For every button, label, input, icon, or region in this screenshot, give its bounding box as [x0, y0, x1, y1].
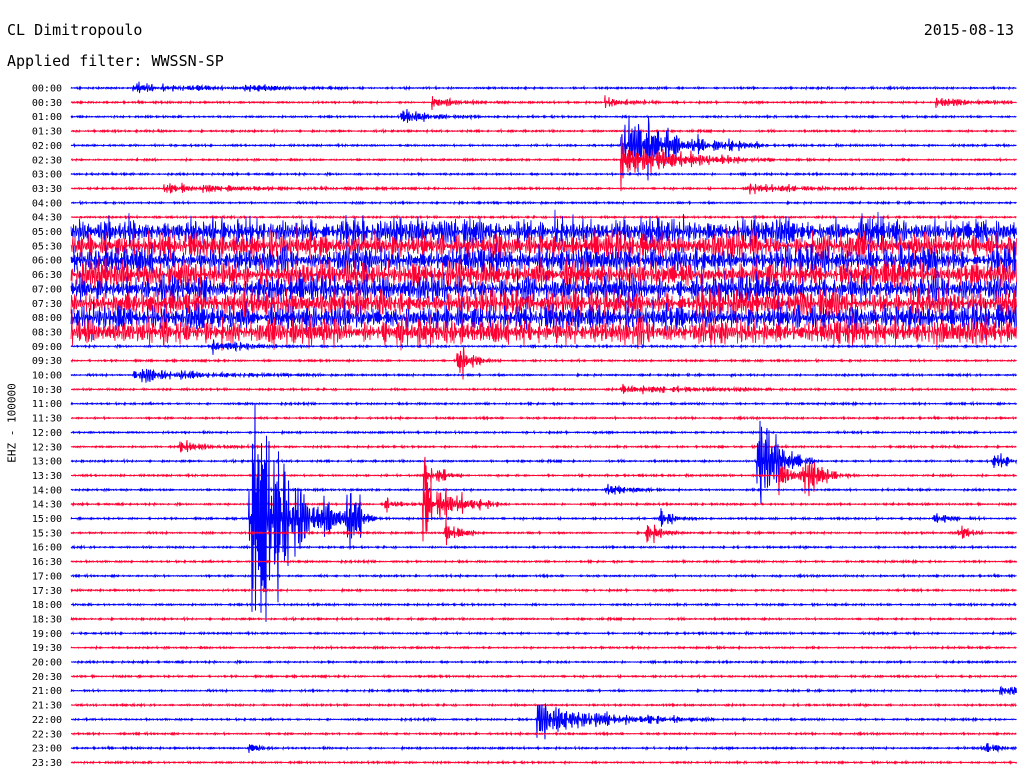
row-time-label: 14:00: [32, 485, 62, 496]
row-time-label: 08:00: [32, 313, 62, 324]
trace-line: [70, 400, 1017, 407]
row-time-label: 20:00: [32, 658, 62, 669]
trace-line: [70, 701, 1017, 709]
row-time-label: 01:30: [32, 127, 62, 138]
row-time-label: 16:00: [32, 543, 62, 554]
trace-line: [70, 685, 1017, 696]
row-time-label: 21:30: [32, 701, 62, 712]
row-time-label: 00:30: [32, 98, 62, 109]
row-time-label: 10:00: [32, 371, 62, 382]
trace-line: [70, 95, 1017, 111]
trace-line: [70, 474, 1017, 542]
row-time-label: 00:00: [32, 84, 62, 95]
row-time-label: 07:00: [32, 284, 62, 295]
trace-line: [70, 759, 1017, 766]
row-time-label: 11:30: [32, 414, 62, 425]
trace-line: [70, 414, 1017, 422]
row-time-label: 20:30: [32, 672, 62, 683]
trace-line: [70, 644, 1017, 651]
trace-line: [70, 517, 1017, 546]
trace-line: [70, 730, 1017, 737]
trace-line: [70, 544, 1017, 551]
trace-line: [70, 108, 1017, 123]
row-time-label: 21:00: [32, 686, 62, 697]
row-time-label: 05:00: [32, 227, 62, 238]
row-time-label: 06:30: [32, 270, 62, 281]
row-time-label: 12:30: [32, 442, 62, 453]
trace-line: [70, 81, 1017, 94]
trace-line: [70, 368, 1017, 383]
row-time-label: 11:00: [32, 399, 62, 410]
trace-line: [71, 659, 1017, 666]
row-time-label: 15:00: [32, 514, 62, 525]
row-time-label: 17:30: [32, 586, 62, 597]
row-time-label: 23:30: [32, 758, 62, 769]
row-time-label: 13:00: [32, 457, 62, 468]
row-time-label: 17:00: [32, 571, 62, 582]
trace-line: [70, 439, 1017, 453]
row-time-label: 18:00: [32, 600, 62, 611]
row-time-label: 03:30: [32, 184, 62, 195]
helicorder-plot: 00:00 00:30 01:00 01:30 02:00 02:30 03:00 03:30…: [32, 81, 1017, 769]
row-time-label: 22:30: [32, 729, 62, 740]
trace-line: [70, 558, 1017, 565]
row-time-label: 06:00: [32, 256, 62, 267]
row-time-label: 10:30: [32, 385, 62, 396]
trace-line: [70, 483, 1017, 495]
trace-line: [70, 127, 1017, 135]
row-time-label: 19:00: [32, 629, 62, 640]
row-time-label: 09:00: [32, 342, 62, 353]
row-time-label: 05:30: [32, 241, 62, 252]
row-time-label: 09:30: [32, 356, 62, 367]
trace-line: [70, 587, 1017, 594]
trace-line: [70, 182, 1017, 195]
trace-line: [70, 339, 1017, 355]
row-time-label: 16:30: [32, 557, 62, 568]
trace-line: [70, 170, 1017, 178]
row-time-label: 18:30: [32, 614, 62, 625]
row-time-label: 15:30: [32, 528, 62, 539]
row-time-label: 04:00: [32, 198, 62, 209]
trace-line: [70, 743, 1017, 753]
trace-line: [70, 117, 1017, 181]
row-time-label: 23:00: [32, 744, 62, 755]
row-time-label: 03:00: [32, 170, 62, 181]
trace-line: [70, 630, 1017, 637]
row-time-label: 01:00: [32, 112, 62, 123]
row-time-label: 14:30: [32, 500, 62, 511]
trace-line: [70, 572, 1017, 579]
row-time-label: 04:30: [32, 213, 62, 224]
row-time-label: 12:00: [32, 428, 62, 439]
trace-line: [70, 383, 1017, 395]
trace-line: [70, 420, 1017, 505]
trace-line: [71, 199, 1017, 206]
trace-line: [70, 601, 1017, 608]
trace-line: [70, 429, 1017, 436]
row-time-label: 13:30: [32, 471, 62, 482]
row-time-label: 02:30: [32, 155, 62, 166]
trace-line: [70, 134, 1017, 192]
row-time-label: 22:00: [32, 715, 62, 726]
row-time-label: 02:00: [32, 141, 62, 152]
row-time-label: 19:30: [32, 643, 62, 654]
row-time-label: 07:30: [32, 299, 62, 310]
row-time-label: 08:30: [32, 327, 62, 338]
trace-line: [70, 615, 1017, 623]
trace-line: [70, 673, 1017, 680]
